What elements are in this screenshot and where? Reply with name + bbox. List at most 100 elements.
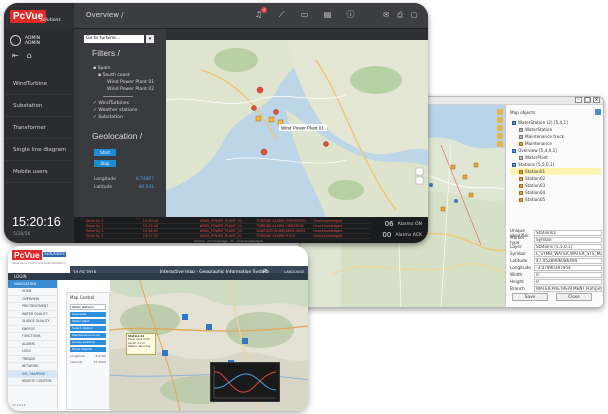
map-control-button[interactable]: Center position <box>70 340 106 345</box>
field-input[interactable]: 0 <box>534 271 602 278</box>
sidebar-item[interactable]: GIS / MAPPING <box>8 370 57 378</box>
sidebar-item[interactable]: ENERGY <box>8 326 57 333</box>
home-icon[interactable]: ⌂ <box>27 51 32 60</box>
layer-toggle[interactable]: ✓ Weather stations <box>93 107 154 114</box>
map-control-button[interactable]: Show objects <box>70 347 106 352</box>
tree-item-plant[interactable]: Wind Power Plant 01 <box>93 79 154 86</box>
zoom-in-icon[interactable] <box>497 109 503 115</box>
minimize-icon[interactable]: – <box>575 97 582 103</box>
map-control-button[interactable]: Select station <box>70 326 106 331</box>
sidebar-item[interactable]: SLUDGE QUALITY <box>8 318 57 326</box>
alarm-cell: Severity 1 <box>86 224 104 228</box>
tree-item[interactable]: Station05 <box>510 196 601 203</box>
tree-item[interactable]: Station04 <box>510 189 601 196</box>
field-input[interactable]: L_SYMB_WATER.WATER_STS_MARK <box>534 250 602 257</box>
window-icon[interactable]: ▭ <box>300 10 309 20</box>
info-icon[interactable]: ⓘ <box>346 10 355 20</box>
tree-item-label: Maintenance <box>525 141 552 146</box>
layer-toggle[interactable]: ✓ WindTurbines <box>93 100 154 107</box>
field-input[interactable]: Symbol <box>534 236 602 243</box>
latitude-value: 40.541 <box>138 185 154 190</box>
panel-tools-icon[interactable] <box>595 109 601 115</box>
close-button[interactable]: Close <box>556 293 592 301</box>
field-input[interactable]: WATER.PRETREATMENT.PumpingStation <box>534 285 602 292</box>
field-input[interactable]: Stations [5,5,0,1] <box>534 243 602 250</box>
login-link[interactable]: LOGIN <box>14 274 27 279</box>
maximize-icon[interactable]: □ <box>584 97 591 103</box>
stop-button[interactable]: Stop <box>94 160 116 167</box>
sidebar-item[interactable]: Mobile users <box>4 161 74 183</box>
tree-item[interactable]: Station02 <box>510 175 601 182</box>
pan-icon[interactable] <box>497 125 503 131</box>
map-control-button[interactable]: Maintenance truck <box>70 333 106 338</box>
tree-item[interactable]: Stations [5,5,0,1] <box>510 161 601 168</box>
sidebar-item[interactable]: NETWORK <box>8 363 57 371</box>
field-input[interactable]: 47.4528906086494 <box>534 257 602 264</box>
tree-item[interactable]: WaterPlant <box>510 154 601 161</box>
sidebar-item[interactable]: REMOTE CONTROL <box>8 378 57 386</box>
longitude-row: Longitude 6.74807 <box>94 177 154 182</box>
overview-map[interactable]: Wind Power Plant 01 <box>166 40 428 217</box>
layers-icon[interactable] <box>497 133 503 139</box>
sidebar-item[interactable]: LOGS <box>8 348 57 356</box>
alarm-table: Severity 1 15:20:16 WIND_POWER_PLANT_01 TUR… <box>86 219 370 239</box>
layer-toggle[interactable]: ✓ Substation <box>93 114 154 121</box>
sidebar-item[interactable]: TRENDS <box>8 356 57 363</box>
brand-name: PcVue <box>12 250 42 260</box>
tree-item[interactable]: Maintenance <box>510 140 601 147</box>
tree-item-region[interactable]: ▪ South coast <box>93 72 154 79</box>
trend-icon[interactable]: ⟋ <box>277 10 286 20</box>
sidebar-nav: WindTurbine Substation Transformer Single l… <box>4 73 74 183</box>
trend-widget[interactable] <box>210 362 280 402</box>
sidebar-item[interactable]: PRE-TREATMENT <box>8 303 57 311</box>
tree-item-country[interactable]: ▪ Spain <box>93 65 154 72</box>
tree-item[interactable]: Overview [5,4,0,1] <box>510 147 601 154</box>
alarm-cell: 15:20:16 <box>142 219 159 223</box>
form-row: Width 0 <box>510 271 602 278</box>
map-control-button[interactable]: Overview <box>70 312 106 317</box>
field-input[interactable]: -3.07990397954 <box>534 264 602 271</box>
screen-icon[interactable]: ▢ <box>410 11 418 19</box>
sidebar-item[interactable]: ALARMS <box>8 341 57 348</box>
tree-item[interactable]: WaterStation <box>510 126 601 133</box>
station-select[interactable]: Water stations <box>70 304 106 310</box>
start-button[interactable]: Start <box>94 149 116 156</box>
tree-item-label: Station04 <box>525 190 546 195</box>
chevron-down-icon[interactable]: ▾ <box>146 35 154 43</box>
sidebar-item[interactable]: WindTurbine <box>4 73 74 95</box>
tree-item[interactable]: WaterStation (2) [5,4,1] <box>510 119 601 126</box>
close-icon[interactable]: × <box>593 97 600 103</box>
field-input[interactable]: 0 <box>534 278 602 285</box>
sidebar-item[interactable]: FUNCTIONS <box>8 333 57 341</box>
sidebar-item[interactable]: Single line diagram <box>4 139 74 161</box>
user-info[interactable]: ADMIN ADMIN <box>10 35 40 46</box>
folder-icon <box>512 120 516 125</box>
bell-icon[interactable]: ♫ 4 <box>254 7 267 20</box>
tree-item-label: Maintenance truck <box>525 134 565 139</box>
tree-item-plant[interactable]: Wind Power Plant 02 <box>93 86 154 93</box>
logout-icon[interactable]: ⇤ <box>12 51 19 60</box>
tree-item[interactable]: Station01 <box>510 168 601 175</box>
alarm-cell: WIND_POWER_PLANT_01 <box>199 224 242 228</box>
alarms-on-counter[interactable]: 06 Alarms ON <box>385 220 422 228</box>
field-input[interactable]: Station01 <box>534 229 602 236</box>
map-control-button[interactable]: Water plant <box>70 319 106 324</box>
sidebar-item[interactable]: Substation <box>4 95 74 117</box>
alarms-ack-counter[interactable]: 00 Alarms ACK <box>382 231 422 239</box>
tree-item[interactable]: Maintenance truck <box>510 133 601 140</box>
sidebar-item[interactable]: Transformer <box>4 117 74 139</box>
save-button[interactable]: Save <box>512 293 548 301</box>
brand-tagline: Supervisory Control and Data Acquisition <box>12 262 66 265</box>
sidebar-item[interactable]: WATER QUALITY <box>8 311 57 318</box>
sidebar-item[interactable]: OVERVIEW <box>8 296 57 303</box>
zoom-out-icon[interactable] <box>497 117 503 123</box>
sidebar-item[interactable]: HOME <box>8 288 57 296</box>
print-icon[interactable]: ⎙ <box>396 11 404 19</box>
chat-icon[interactable]: ✉ <box>382 11 390 19</box>
coordinate-label: Latitude <box>70 360 83 364</box>
tree-item[interactable]: Station03 <box>510 182 601 189</box>
measure-icon[interactable] <box>497 141 503 147</box>
turbine-select[interactable]: Go to turbine... ▾ <box>84 35 154 43</box>
coordinate-row: Latitude 47.4528 <box>70 360 106 364</box>
document-icon[interactable]: ▤ <box>323 10 332 20</box>
